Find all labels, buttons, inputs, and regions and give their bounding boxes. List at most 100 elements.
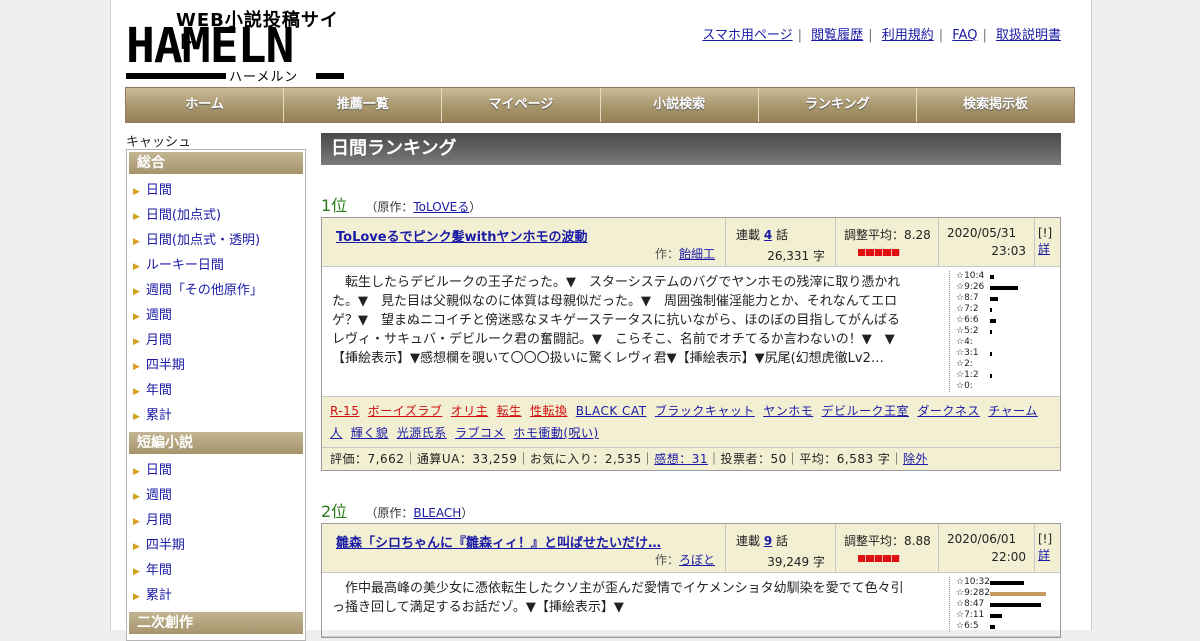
- original-prefix: （原作：: [365, 506, 414, 520]
- detail-link[interactable]: 詳: [1038, 548, 1050, 562]
- serial-suffix: 話: [772, 534, 789, 548]
- update-time: 23:03: [991, 244, 1026, 258]
- arrow-right-icon: ▶: [133, 467, 140, 477]
- review-count-link[interactable]: 感想：31: [654, 452, 708, 466]
- sidebar-link[interactable]: 年間: [146, 563, 172, 578]
- sidebar-link[interactable]: 週間「その他原作」: [146, 283, 263, 298]
- vote-distribution: ☆10:4 ☆9:26 ☆8:7 ☆7:2 ☆6:6 ☆5:2 ☆4: ☆3:1 ☆2: ☆1:2…: [949, 271, 1056, 392]
- vote-label: ☆4:: [956, 337, 973, 347]
- page-title: 日間ランキング: [321, 133, 1061, 165]
- arrow-right-icon: ▶: [133, 492, 140, 502]
- tag-link[interactable]: BLACK CAT: [576, 404, 647, 418]
- sidebar-item[interactable]: ▶ 累計: [127, 403, 305, 428]
- vote-row: ☆4:: [956, 337, 1056, 348]
- novel-title-link[interactable]: ToLoveるでピンク髪withヤンホモの波動: [336, 226, 717, 245]
- novel-title-link[interactable]: 雛森「シロちゃんに『雛森ィィ！』と叫ばせたいだけ…: [336, 532, 717, 551]
- episode-count-link[interactable]: 9: [764, 534, 772, 548]
- tag-link[interactable]: 光源氏系: [397, 426, 447, 440]
- sidebar-section-derivative: 二次創作: [129, 612, 303, 634]
- arrow-right-icon: ▶: [133, 237, 140, 247]
- sidebar-item[interactable]: ▶ 日間: [127, 178, 305, 203]
- sidebar-item[interactable]: ▶ 年間: [127, 558, 305, 583]
- nav-mypage[interactable]: マイページ: [442, 88, 601, 122]
- sidebar-link[interactable]: 四半期: [146, 358, 185, 373]
- author-prefix: 作：: [654, 553, 679, 567]
- sidebar-item[interactable]: ▶ 累計: [127, 583, 305, 608]
- top-links: スマホ用ページ | 閲覧履歴 | 利用規約 | FAQ | 取扱説明書: [702, 28, 1061, 43]
- links-cell: [!] 詳: [1035, 524, 1058, 572]
- sidebar-item[interactable]: ▶ 四半期: [127, 353, 305, 378]
- author-link[interactable]: ろぼと: [679, 553, 715, 567]
- faq-link[interactable]: FAQ: [952, 28, 977, 43]
- sidebar-link[interactable]: 月間: [146, 513, 172, 528]
- sidebar-item[interactable]: ▶ 月間: [127, 508, 305, 533]
- smartphone-page-link[interactable]: スマホ用ページ: [702, 28, 792, 43]
- sidebar-item[interactable]: ▶ 週間「その他原作」: [127, 278, 305, 303]
- tag-link[interactable]: オリ主: [451, 404, 489, 418]
- title-cell: ToLoveるでピンク髪withヤンホモの波動 作：飴細工: [322, 218, 726, 266]
- vote-bar: [990, 296, 998, 301]
- sidebar-link[interactable]: 週間: [146, 488, 172, 503]
- nav-home[interactable]: ホーム: [126, 88, 285, 122]
- rating-bar: [858, 555, 901, 562]
- vote-row: ☆10:4: [956, 271, 1056, 282]
- exclude-link[interactable]: 除外: [903, 452, 928, 466]
- sidebar-item[interactable]: ▶ 日間(加点式): [127, 203, 305, 228]
- serial-cell: 連載 4 話 26,331 字: [726, 218, 836, 266]
- sidebar-link[interactable]: 年間: [146, 383, 172, 398]
- sidebar-link[interactable]: 四半期: [146, 538, 185, 553]
- tag-link[interactable]: ダークネス: [917, 404, 980, 418]
- sidebar-item[interactable]: ▶ 週間: [127, 303, 305, 328]
- tag-link[interactable]: ヤンホモ: [763, 404, 813, 418]
- terms-link[interactable]: 利用規約: [882, 28, 934, 43]
- sidebar-item[interactable]: ▶ 日間: [127, 458, 305, 483]
- main-content: 日間ランキング 1位 （原作：ToLOVEる） ToLoveるでピンク髪with…: [321, 133, 1061, 638]
- vote-row: ☆6:5: [956, 621, 1056, 632]
- tag-link[interactable]: 輝く貌: [351, 426, 389, 440]
- sidebar-link[interactable]: 日間(加点式): [146, 208, 221, 223]
- sidebar-item[interactable]: ▶ 四半期: [127, 533, 305, 558]
- nav-ranking[interactable]: ランキング: [758, 88, 917, 122]
- episode-count-link[interactable]: 4: [764, 228, 772, 242]
- original-work-link[interactable]: ToLOVEる: [413, 200, 469, 214]
- nav-search[interactable]: 小説検索: [600, 88, 759, 122]
- manual-link[interactable]: 取扱説明書: [996, 28, 1061, 43]
- author-link[interactable]: 飴細工: [679, 247, 715, 261]
- tag-link[interactable]: 転生: [497, 404, 522, 418]
- detail-link[interactable]: 詳: [1038, 242, 1050, 256]
- arrow-right-icon: ▶: [133, 592, 140, 602]
- sidebar-link[interactable]: 累計: [146, 408, 172, 423]
- sidebar-link[interactable]: 日間(加点式・透明): [146, 233, 260, 248]
- char-count: 39,249 字: [767, 555, 825, 569]
- vote-label: ☆6:5: [956, 621, 979, 631]
- sidebar-item[interactable]: ▶ 年間: [127, 378, 305, 403]
- sidebar-item[interactable]: ▶ 日間(加点式・透明): [127, 228, 305, 253]
- vote-row: ☆9:282: [956, 588, 1056, 599]
- sidebar-link[interactable]: 週間: [146, 308, 172, 323]
- sidebar-item[interactable]: ▶ ルーキー日間: [127, 253, 305, 278]
- sidebar-link[interactable]: 日間: [146, 463, 172, 478]
- nav-board[interactable]: 検索掲示板: [916, 88, 1075, 122]
- tag-link[interactable]: デビルーク王室: [822, 404, 910, 418]
- sidebar: 総合 ▶ 日間 ▶ 日間(加点式) ▶ 日間(加点式・透明) ▶ ルーキー日間 ▶ 週間「…: [126, 149, 306, 641]
- tag-link[interactable]: ブラックキャット: [655, 404, 755, 418]
- sidebar-item[interactable]: ▶ 月間: [127, 328, 305, 353]
- original-work-link[interactable]: BLEACH: [413, 506, 461, 520]
- novel-card: 雛森「シロちゃんに『雛森ィィ！』と叫ばせたいだけ… 作：ろぼと 連載 9 話 3…: [321, 523, 1061, 638]
- tag-link[interactable]: R-15: [330, 404, 359, 418]
- novel-summary: 作中最高峰の美少女に憑依転生したクソ主が歪んだ愛情でイケメンショタ幼馴染を愛でて…: [332, 581, 904, 615]
- history-link[interactable]: 閲覧履歴: [811, 28, 863, 43]
- tag-link[interactable]: ボーイズラブ: [368, 404, 443, 418]
- sidebar-item[interactable]: ▶ 週間: [127, 483, 305, 508]
- site-logo[interactable]: WEB小説投稿サイト HAMELN ハーメルン: [126, 10, 346, 85]
- tag-link[interactable]: ホモ衝動(呪い): [513, 426, 598, 440]
- tag-link[interactable]: 性転換: [530, 404, 568, 418]
- sidebar-link[interactable]: ルーキー日間: [146, 258, 224, 273]
- stats-text: 評価：7,662｜通算UA：33,259｜お気に入り：2,535｜: [330, 452, 655, 466]
- vote-distribution: ☆10:32 ☆9:282 ☆8:47 ☆7:11 ☆6:5: [949, 577, 1056, 632]
- tag-link[interactable]: ラブコメ: [455, 426, 505, 440]
- nav-recommend[interactable]: 推薦一覧: [284, 88, 443, 122]
- sidebar-link[interactable]: 日間: [146, 183, 172, 198]
- sidebar-link[interactable]: 月間: [146, 333, 172, 348]
- sidebar-link[interactable]: 累計: [146, 588, 172, 603]
